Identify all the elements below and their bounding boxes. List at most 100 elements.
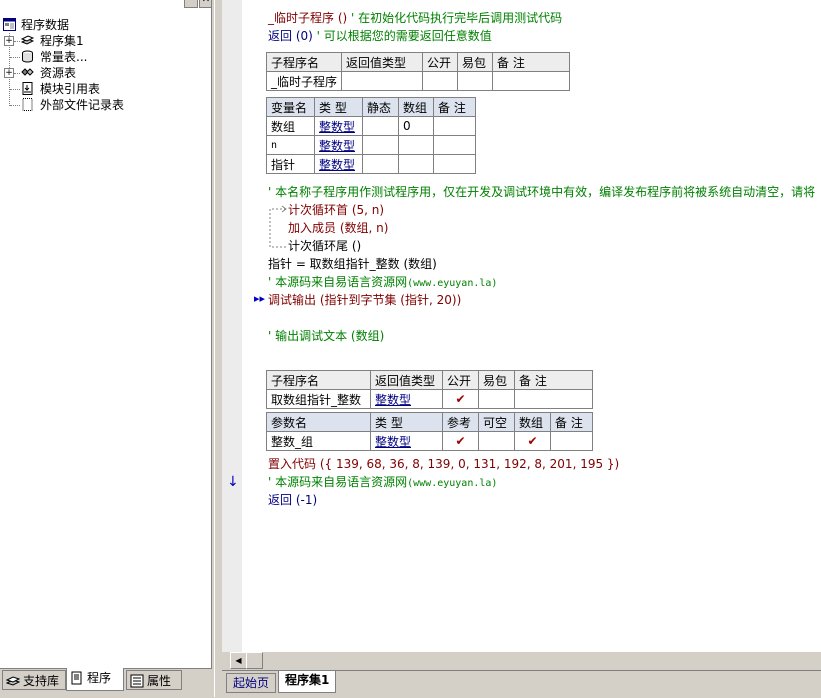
comment-url: (www.eyuyan.la) bbox=[407, 278, 498, 289]
tab-properties[interactable]: 属性 bbox=[126, 670, 182, 690]
properties-icon bbox=[130, 674, 144, 688]
var-name[interactable]: 指针 bbox=[266, 154, 315, 174]
col-header: 子程序名 bbox=[265, 52, 343, 72]
var-array[interactable] bbox=[398, 154, 434, 174]
code-line-source-comment[interactable]: ' 本源码来自易语言资源网(www.eyuyan.la) bbox=[268, 273, 497, 293]
table-row[interactable]: 取数组指针_整数 整数型 ✔ bbox=[266, 389, 593, 409]
param-type[interactable]: 整数型 bbox=[370, 431, 443, 451]
expand-toggle[interactable]: + bbox=[4, 36, 14, 46]
col-header: 数组 bbox=[398, 97, 434, 117]
code-line-assign[interactable]: 指针 = 取数组指针_整数 (数组) bbox=[268, 255, 437, 273]
scroll-up-button[interactable] bbox=[184, 0, 198, 8]
code-line-debug-output[interactable]: 调试输出 (指针到字节集 (指针, 20)) bbox=[268, 291, 461, 309]
table-row[interactable]: 整数_组 整数型 ✔ ✔ bbox=[266, 431, 593, 451]
code-line-test-comment[interactable]: ' 本名称子程序用作测试程序用，仅在开发及调试环境中有效，编译发布程序前将被系统… bbox=[268, 183, 815, 201]
col-header: 子程序名 bbox=[266, 370, 371, 390]
ref-check[interactable]: ✔ bbox=[442, 431, 479, 451]
comment: ' 在初始化代码执行完毕后调用测试代码 bbox=[351, 11, 563, 25]
col-header: 类 型 bbox=[370, 412, 443, 432]
col-header: 公开 bbox=[422, 52, 459, 72]
loop-flow-lines bbox=[269, 205, 287, 248]
left-pane: ✕ 程序数据 + 程序集1 bbox=[0, 0, 214, 697]
tree-item-label: 模块引用表 bbox=[40, 82, 101, 96]
horizontal-scrollbar[interactable]: ◀ bbox=[230, 652, 821, 669]
tree-root-label: 程序数据 bbox=[21, 18, 70, 32]
tab-label: 支持库 bbox=[23, 674, 60, 688]
tree-item-label: 外部文件记录表 bbox=[40, 98, 125, 112]
array-check[interactable]: ✔ bbox=[514, 431, 551, 451]
table-row[interactable]: 数组 整数型 0 bbox=[266, 116, 476, 136]
note-cell[interactable] bbox=[514, 389, 593, 409]
var-name[interactable]: n bbox=[266, 135, 315, 155]
left-tab-bar: 支持库 程序 属性 bbox=[0, 668, 214, 697]
module-ref-icon bbox=[22, 82, 33, 95]
table-row[interactable]: n 整数型 bbox=[266, 135, 476, 155]
comment: ' 本源码来自易语言资源网 bbox=[268, 275, 408, 289]
tab-start-page[interactable]: 起始页 bbox=[226, 673, 277, 693]
col-header: 备 注 bbox=[492, 52, 571, 72]
assign-statement: 指针 = 取数组指针_整数 (数组) bbox=[268, 257, 437, 271]
sub-table-temp: 子程序名 返回值类型 公开 易包 备 注 _临时子程序 bbox=[265, 52, 571, 91]
epkg-cell[interactable] bbox=[478, 389, 515, 409]
tab-program[interactable]: 程序 bbox=[66, 668, 124, 691]
var-type[interactable]: 整数型 bbox=[314, 116, 363, 136]
var-static[interactable] bbox=[362, 116, 399, 136]
var-name[interactable]: 数组 bbox=[266, 116, 315, 136]
var-type[interactable]: 整数型 bbox=[314, 154, 363, 174]
var-static[interactable] bbox=[362, 154, 399, 174]
var-array[interactable]: 0 bbox=[398, 116, 434, 136]
editor-gutter bbox=[222, 0, 242, 652]
table-cell[interactable] bbox=[422, 71, 459, 91]
col-header: 参数名 bbox=[266, 412, 371, 432]
table-cell[interactable] bbox=[492, 71, 571, 91]
close-panel-button[interactable]: ✕ bbox=[199, 0, 211, 8]
program-data-icon bbox=[3, 18, 16, 31]
library-icon bbox=[6, 676, 20, 686]
code-line-source-comment-2[interactable]: ' 本源码来自易语言资源网(www.eyuyan.la) bbox=[268, 473, 497, 493]
code-line-return-neg[interactable]: 返回 (-1) bbox=[268, 491, 317, 509]
comment-url: (www.eyuyan.la) bbox=[407, 478, 498, 489]
code-line-sub-def[interactable]: _临时子程序 () ' 在初始化代码执行完毕后调用测试代码 bbox=[268, 9, 562, 27]
expand-toggle[interactable]: + bbox=[4, 68, 14, 78]
table-cell[interactable] bbox=[341, 71, 424, 91]
col-header: 静态 bbox=[362, 97, 399, 117]
var-note[interactable] bbox=[433, 154, 476, 174]
file-record-icon bbox=[22, 98, 33, 111]
code-line-loop-tail[interactable]: 计次循环尾 () bbox=[288, 237, 361, 255]
scroll-left-button[interactable]: ◀ bbox=[230, 652, 247, 669]
note-cell[interactable] bbox=[550, 431, 593, 451]
tree-item-label: 资源表 bbox=[40, 66, 77, 80]
code-line-loop-body[interactable]: 加入成员 (数组, n) bbox=[288, 219, 388, 237]
database-icon bbox=[22, 50, 33, 63]
comment: ' 本源码来自易语言资源网 bbox=[268, 475, 408, 489]
col-header: 备 注 bbox=[514, 370, 593, 390]
var-note[interactable] bbox=[433, 135, 476, 155]
scroll-thumb[interactable] bbox=[246, 652, 263, 669]
table-row[interactable]: 指针 整数型 bbox=[266, 154, 476, 174]
var-array[interactable] bbox=[398, 135, 434, 155]
table-cell[interactable] bbox=[457, 71, 494, 91]
sub-table-get-pointer: 子程序名 返回值类型 公开 易包 备 注 取数组指针_整数 整数型 ✔ bbox=[266, 370, 593, 409]
sub-name[interactable]: 取数组指针_整数 bbox=[266, 389, 371, 409]
current-line-marker: ▸▸ bbox=[254, 292, 266, 305]
var-type[interactable]: 整数型 bbox=[314, 135, 363, 155]
param-name[interactable]: 整数_组 bbox=[266, 431, 371, 451]
code-line-embed-code[interactable]: 置入代码 ({ 139, 68, 36, 8, 139, 0, 131, 192… bbox=[268, 455, 619, 473]
code-line-debug-text-comment[interactable]: ' 输出调试文本 (数组) bbox=[268, 327, 384, 345]
nullable-cell[interactable] bbox=[478, 431, 515, 451]
var-note[interactable] bbox=[433, 116, 476, 136]
col-header: 可空 bbox=[478, 412, 515, 432]
col-header: 公开 bbox=[442, 370, 479, 390]
tab-program-set-1[interactable]: 程序集1 bbox=[278, 671, 337, 693]
code-line-loop-head[interactable]: 计次循环首 (5, n) bbox=[288, 201, 384, 219]
tab-support-library[interactable]: 支持库 bbox=[2, 670, 66, 690]
sub-return-type[interactable]: 整数型 bbox=[370, 389, 443, 409]
public-check[interactable]: ✔ bbox=[442, 389, 479, 409]
document-tabs: 起始页 程序集1 bbox=[222, 670, 821, 698]
code-editor[interactable]: _临时子程序 () ' 在初始化代码执行完毕后调用测试代码 返回 (0) ' 可… bbox=[222, 0, 821, 652]
program-icon bbox=[71, 671, 82, 685]
code-line-return[interactable]: 返回 (0) ' 可以根据您的需要返回任意数值 bbox=[268, 27, 492, 45]
var-static[interactable] bbox=[362, 135, 399, 155]
table-cell[interactable]: _临时子程序 bbox=[265, 71, 343, 91]
col-header: 数组 bbox=[514, 412, 551, 432]
